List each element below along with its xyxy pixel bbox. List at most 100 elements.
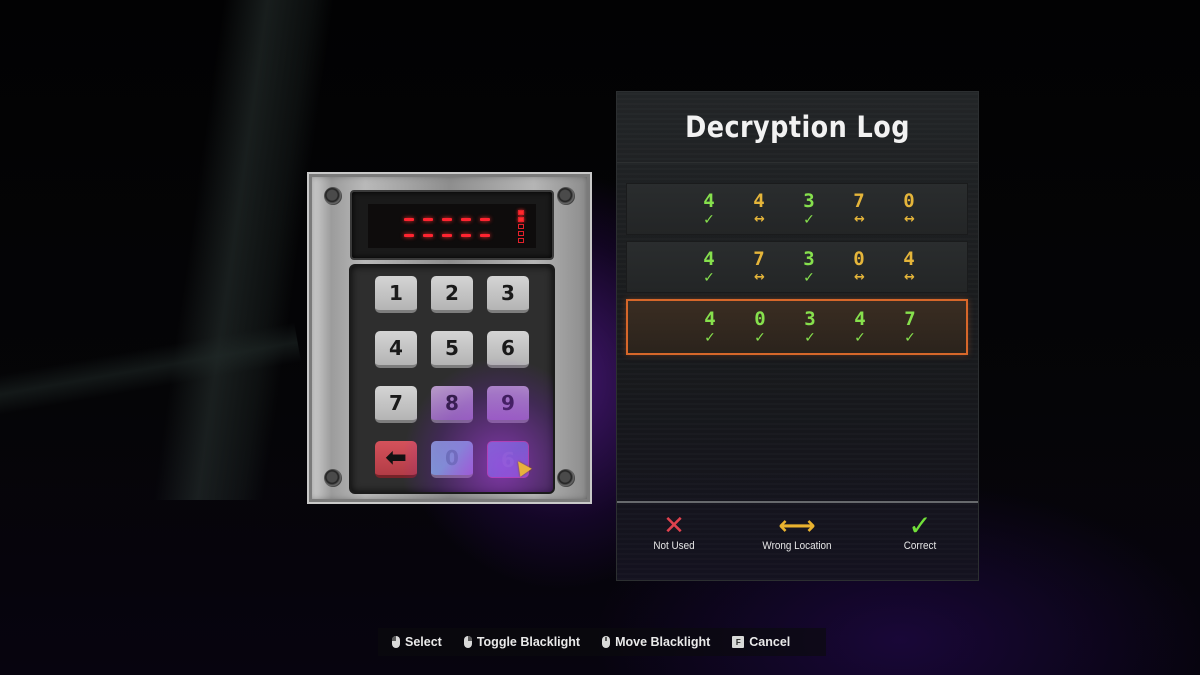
guess-digit: 4: [753, 190, 765, 212]
double-arrow-icon: ⟷: [778, 511, 816, 541]
key-label: 6: [501, 447, 515, 472]
guess-digit: 0: [903, 190, 915, 212]
hint-label: Move Blacklight: [615, 635, 711, 649]
backspace-key[interactable]: ⬅: [375, 441, 417, 478]
legend-label: Wrong Location: [762, 540, 832, 552]
key-8[interactable]: 8: [431, 386, 473, 423]
display-digit-dash: [404, 218, 414, 221]
key-label: 8: [445, 391, 459, 415]
log-cell: 0 ✓: [735, 308, 785, 346]
display-digit-dash: [442, 234, 452, 237]
legend-not-used: ✕ Not Used: [614, 512, 734, 552]
guess-digit: 4: [903, 248, 915, 270]
key-6[interactable]: 6: [487, 331, 529, 368]
log-cell: 4 ✓: [685, 308, 735, 346]
log-cell: 7 ↔: [734, 248, 784, 286]
attempt-slot: [518, 238, 524, 243]
checkmark-icon: ✓: [703, 212, 715, 228]
hint-label: Cancel: [749, 635, 791, 649]
cross-icon: ✕: [663, 511, 685, 541]
checkmark-icon: ✓: [804, 330, 816, 346]
key-0[interactable]: 0: [431, 441, 473, 478]
legend-correct: ✓ Correct: [860, 512, 980, 553]
display-digit-dash: [404, 234, 414, 237]
guess-digit: 4: [703, 190, 715, 212]
key-label: 7: [389, 391, 403, 415]
hint-select[interactable]: Select: [392, 635, 442, 649]
checkmark-icon: ✓: [803, 212, 815, 228]
guess-digit: 3: [803, 248, 815, 270]
guess-digit: 4: [854, 308, 866, 330]
double-arrow-icon: ↔: [754, 212, 765, 227]
key-4[interactable]: 4: [375, 331, 417, 368]
guess-digit: 0: [853, 248, 865, 270]
key-7[interactable]: 7: [375, 386, 417, 423]
hint-label: Select: [405, 635, 442, 649]
checkmark-icon: ✓: [904, 330, 916, 346]
guess-digit: 7: [753, 248, 765, 270]
guess-digit: 3: [803, 190, 815, 212]
log-title: Decryption Log: [685, 110, 910, 144]
checkmark-icon: ✓: [704, 330, 716, 346]
display-digit-dash: [480, 234, 490, 237]
double-arrow-icon: ↔: [854, 212, 865, 227]
key-1[interactable]: 1: [375, 276, 417, 313]
guess-digit: 3: [804, 308, 816, 330]
hint-label: Toggle Blacklight: [476, 635, 581, 649]
mouse-right-icon: [463, 636, 472, 648]
checkmark-icon: ✓: [803, 270, 815, 286]
guess-digit: 0: [754, 308, 766, 330]
log-cell: 3 ✓: [784, 190, 834, 228]
attempt-slot: [518, 210, 524, 215]
display-digit-dash: [480, 218, 490, 221]
attempt-slot: [518, 217, 524, 222]
mouse-middle-icon: [602, 636, 611, 648]
log-cell: 4 ✓: [835, 308, 885, 346]
key-label: 9: [501, 391, 515, 415]
log-row: 4 ✓ 7 ↔ 3 ✓ 0 ↔ 4 ↔: [626, 241, 968, 293]
log-cell: 0 ↔: [834, 248, 884, 286]
double-arrow-icon: ↔: [904, 270, 915, 285]
legend-wrong-location: ⟷ Wrong Location: [737, 512, 857, 552]
guess-digit: 4: [703, 248, 715, 270]
control-hints-bar: Select Toggle Blacklight Move Blacklight F C…: [378, 628, 826, 656]
double-arrow-icon: ↔: [904, 212, 915, 227]
keypad-grid: 1 2 3 4 5 6 7 8 9 ⬅ 0 6: [375, 276, 529, 478]
double-arrow-icon: ↔: [754, 270, 765, 285]
log-row-cells: 4 ✓ 0 ✓ 3 ✓ 4 ✓ 7 ✓: [685, 308, 935, 346]
f-key-icon: F: [732, 636, 745, 648]
key-9[interactable]: 9: [487, 386, 529, 423]
back-arrow-icon: ⬅: [385, 443, 407, 473]
checkmark-icon: ✓: [754, 330, 766, 346]
log-row: 4 ✓ 4 ↔ 3 ✓ 7 ↔ 0 ↔: [626, 183, 968, 235]
divider: [617, 162, 978, 163]
double-arrow-icon: ↔: [854, 270, 865, 285]
divider: [617, 501, 978, 503]
checkmark-icon: ✓: [854, 330, 866, 346]
log-rows: 4 ✓ 4 ↔ 3 ✓ 7 ↔ 0 ↔ 4 ✓ 7 ↔ 3 ✓ 0 ↔ 4 ↔ 4 ✓ 0 ✓ 3 ✓ 4 ✓ 7 ✓: [626, 183, 968, 361]
log-cell: 3 ✓: [784, 248, 834, 286]
display-digit-dash: [423, 218, 433, 221]
key-2[interactable]: 2: [431, 276, 473, 313]
keypad-panel: 1 2 3 4 5 6 7 8 9 ⬅ 0 6: [307, 172, 592, 504]
log-cell: 0 ↔: [884, 190, 934, 228]
attempt-slot: [518, 224, 524, 229]
hint-move-blacklight[interactable]: Move Blacklight: [602, 635, 710, 649]
key-3[interactable]: 3: [487, 276, 529, 313]
log-cell: 4 ✓: [684, 190, 734, 228]
key-5[interactable]: 5: [431, 331, 473, 368]
legend-label: Not Used: [653, 540, 695, 552]
decryption-log-panel: Decryption Log 4 ✓ 4 ↔ 3 ✓ 7 ↔ 0 ↔ 4 ✓ 7 ↔ 3 ✓ 0 ↔ 4 ↔ 4 ✓ 0 ✓ 3…: [616, 91, 979, 581]
hint-cancel[interactable]: F Cancel: [732, 635, 790, 649]
screw-icon: [557, 187, 575, 205]
screw-icon: [557, 469, 575, 487]
display-digit-dash: [442, 218, 452, 221]
log-cell: 4 ↔: [884, 248, 934, 286]
log-cell: 7 ✓: [885, 308, 935, 346]
guess-digit: 7: [853, 190, 865, 212]
display-row-bottom: [404, 234, 490, 237]
legend-label: Correct: [903, 540, 937, 552]
attempts-indicator: [518, 210, 524, 243]
hint-toggle-blacklight[interactable]: Toggle Blacklight: [463, 635, 581, 649]
guess-digit: 4: [704, 308, 716, 330]
